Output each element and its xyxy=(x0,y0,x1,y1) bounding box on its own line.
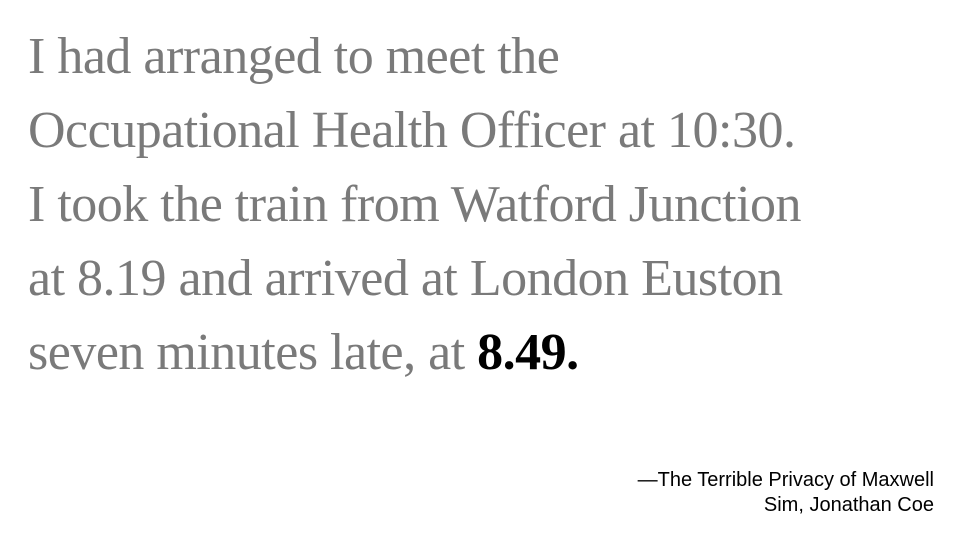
quote-line: at 8.19 and arrived at London Euston xyxy=(28,250,783,307)
quote-line: Occupational Health Officer at 10:30. xyxy=(28,102,796,159)
attribution-line-2: Sim, Jonathan Coe xyxy=(763,494,934,516)
quote-line-last-text: seven minutes late, at xyxy=(28,324,478,381)
quote-line: I took the train from Watford Junction xyxy=(28,176,802,233)
attribution: —The Terrible Privacy of Maxwell Sim, Jo… xyxy=(514,468,934,518)
quote-page: I had arranged to meet the Occupational … xyxy=(0,0,960,540)
quote-line-last: seven minutes late, at 8.49. xyxy=(28,316,948,390)
emphasized-time: 8.49. xyxy=(477,324,579,381)
quote-text: I had arranged to meet the Occupational … xyxy=(28,20,948,390)
attribution-line-1: —The Terrible Privacy of Maxwell xyxy=(637,469,934,491)
quote-line: I had arranged to meet the xyxy=(28,28,560,85)
